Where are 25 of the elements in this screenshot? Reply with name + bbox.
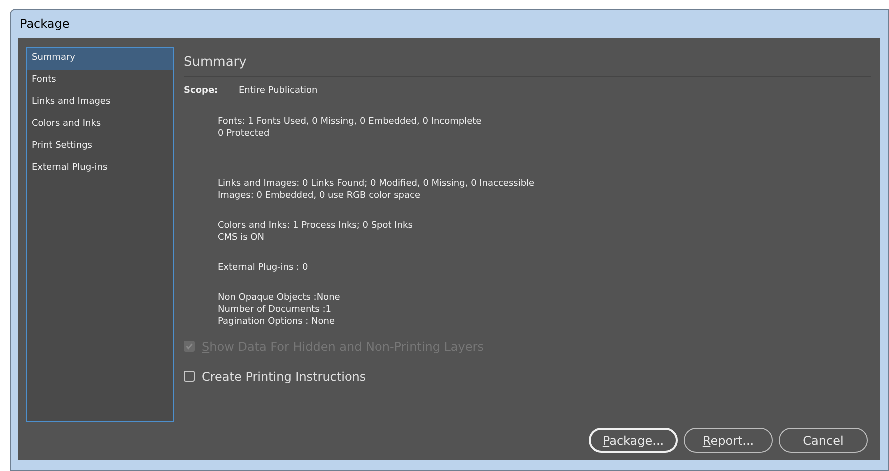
checkbox[interactable] (184, 371, 195, 382)
dialog-button[interactable]: Report... (684, 428, 773, 453)
dialog-button[interactable]: Cancel (779, 428, 868, 453)
summary-line: Fonts: 1 Fonts Used, 0 Missing, 0 Embedded, 0 Incomplete (218, 116, 483, 128)
scope-value: Entire Publication (239, 85, 318, 98)
summary-line: 0 Protected (218, 128, 271, 140)
sidebar-item[interactable]: Summary (27, 48, 173, 70)
sidebar-item[interactable]: Links and Images (27, 92, 173, 114)
dialog-button[interactable]: Package... (589, 428, 678, 453)
summary-line: Non Opaque Objects :None (218, 292, 342, 304)
section-heading: Summary (184, 55, 247, 70)
summary-line: Pagination Options : None (218, 316, 336, 328)
summary-line: CMS is ON (218, 232, 266, 244)
sidebar-item[interactable]: Print Settings (27, 136, 173, 158)
window-title: Package (20, 16, 70, 33)
summary-line: Colors and Inks: 1 Process Inks; 0 Spot Inks (218, 220, 414, 232)
summary-line: Images: 0 Embedded, 0 use RGB color space (218, 190, 422, 202)
checkbox-label: Create Printing Instructions (202, 368, 366, 386)
scope-label: Scope: (184, 85, 220, 98)
summary-line: Number of Documents :1 (218, 304, 332, 316)
summary-line: Links and Images: 0 Links Found; 0 Modified, 0 Missing, 0 Inaccessible (218, 178, 536, 190)
sidebar-item[interactable]: Colors and Inks (27, 114, 173, 136)
sidebar-item[interactable]: External Plug-ins (27, 158, 173, 180)
summary-line: External Plug-ins : 0 (218, 262, 310, 274)
sidebar-item[interactable]: Fonts (27, 70, 173, 92)
